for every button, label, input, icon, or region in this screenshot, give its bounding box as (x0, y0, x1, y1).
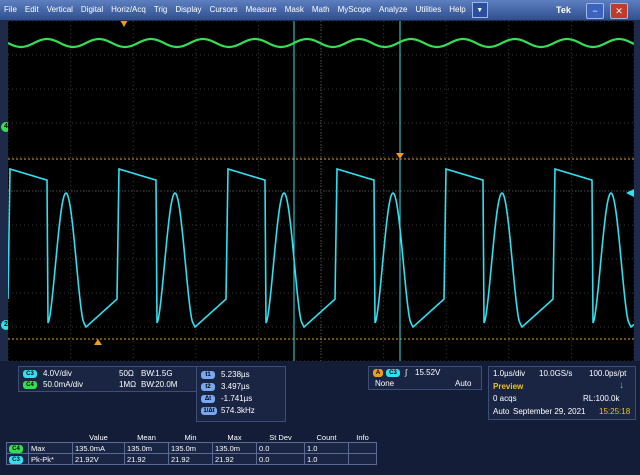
acq-date: September 29, 2021 (513, 407, 586, 416)
row2-count: 1.0 (304, 453, 349, 465)
row1-max: 135.0m (212, 442, 257, 454)
ch3-scale: 4.0V/div (43, 369, 72, 378)
row2-max: 21.92 (212, 453, 257, 465)
cursor-readout-panel[interactable]: t1 5.238µs t2 3.497µs Δt -1.741µs 1/Δt 5… (196, 366, 286, 422)
ch4-bandwidth: :20.0M (153, 380, 178, 389)
menu-analyze[interactable]: Analyze (375, 0, 411, 20)
row2-stdev: 0.0 (256, 453, 305, 465)
menu-utilities[interactable]: Utilities (411, 0, 445, 20)
record-length: RL:100.0k (583, 394, 620, 403)
tek-logo: Tek (556, 5, 571, 15)
cursor-delta-value: -1.741µs (221, 394, 253, 403)
trigger-level: 15.52V (415, 368, 441, 377)
waveform-display[interactable] (8, 21, 634, 361)
cursor-t2-value: 3.497µs (221, 382, 250, 391)
close-button[interactable]: ✕ (610, 3, 628, 19)
menu-edit[interactable]: Edit (21, 0, 43, 20)
menu-horiz-acq[interactable]: Horiz/Acq (107, 0, 150, 20)
menu-trig[interactable]: Trig (150, 0, 171, 20)
acquisition-panel[interactable]: 1.0µs/div 10.0GS/s 100.0ps/pt Preview ↓ … (488, 366, 636, 420)
trigger-level-icon (626, 189, 634, 197)
run-arrow-icon: ↓ (619, 380, 624, 391)
menu-math[interactable]: Math (308, 0, 334, 20)
cursor-t1-value: 5.238µs (221, 370, 250, 379)
menu-display[interactable]: Display (171, 0, 205, 20)
row2-info (348, 453, 377, 465)
menu-vertical[interactable]: Vertical (43, 0, 77, 20)
row2-min: 21.92 (168, 453, 213, 465)
horizontal-scale: 1.0µs/div (493, 369, 526, 378)
menu-file[interactable]: File (0, 0, 21, 20)
menu-help[interactable]: Help (445, 0, 469, 20)
acq-time: 15:25:18 (599, 407, 631, 416)
menu-cursors[interactable]: Cursors (206, 0, 242, 20)
measurement-table[interactable]: Value Mean Min Max St Dev Count Info C4 … (6, 432, 377, 465)
ch3-bw-label: BW (141, 369, 154, 378)
header-stdev: St Dev (269, 432, 292, 442)
resolution: 100.0ps/pt (589, 369, 627, 378)
header-min: Min (184, 432, 197, 442)
trigger-a-badge: A (373, 369, 383, 377)
menu-digital[interactable]: Digital (77, 0, 107, 20)
cursor-t2-icon (94, 339, 102, 345)
row1-source-badge: C4 (9, 445, 23, 453)
ch4-impedance: 1MΩ (119, 380, 137, 389)
trigger-type: None (375, 379, 395, 388)
sample-rate: 10.0GS/s (539, 369, 573, 378)
trigger-panel[interactable]: A C3 ∫ 15.52V None Auto (368, 366, 482, 390)
row1-count: 1.0 (304, 442, 349, 454)
measurement-header-row: Value Mean Min Max St Dev Count Info (7, 432, 377, 443)
measurement-row[interactable]: C3 Pk-Pk* 21.92V 21.92 21.92 21.92 0.0 1… (6, 453, 377, 465)
header-info: Info (356, 432, 369, 442)
row2-name: Pk-Pk* (28, 453, 73, 465)
inverse-delta-badge: 1/Δt (201, 407, 217, 415)
trigger-source-badge: C3 (386, 369, 400, 377)
row1-info (348, 442, 377, 454)
header-mean: Mean (137, 432, 156, 442)
header-value: Value (89, 432, 108, 442)
menu-bar: File Edit Vertical Digital Horiz/Acq Tri… (0, 0, 640, 20)
t1-badge: t1 (201, 371, 215, 379)
header-count: Count (316, 432, 337, 442)
row2-mean: 21.92 (124, 453, 169, 465)
trigger-slope-icon: ∫ (405, 368, 408, 377)
cursor-freq-value: 574.3kHz (221, 406, 255, 415)
measurement-row[interactable]: C4 Max 135.0mA 135.0m 135.0m 135.0m 0.0 … (6, 442, 377, 454)
trigger-mode: Auto (455, 379, 472, 388)
row1-mean: 135.0m (124, 442, 169, 454)
ch3-impedance: 50Ω (119, 369, 134, 378)
ch4-scale: 50.0mA/div (43, 380, 84, 389)
minimize-button[interactable]: − (586, 3, 604, 19)
chevron-down-icon[interactable]: ▼ (471, 2, 488, 18)
row1-name: Max (28, 442, 73, 454)
row1-stdev: 0.0 (256, 442, 305, 454)
menu-mask[interactable]: Mask (281, 0, 308, 20)
acq-mode: Auto (493, 407, 510, 416)
ch4-badge: C4 (23, 381, 37, 389)
acq-count: 0 acqs (493, 394, 517, 403)
row2-value: 21.92V (72, 453, 125, 465)
row1-min: 135.0m (168, 442, 213, 454)
ch4-bw-label: BW (141, 380, 154, 389)
acq-state: Preview (493, 382, 524, 391)
trigger-position-icon (120, 21, 128, 27)
waveform-graticule (8, 21, 634, 361)
row2-source-badge: C3 (9, 456, 23, 464)
header-max: Max (227, 432, 242, 442)
ch3-bandwidth: :1.5G (153, 369, 173, 378)
delta-t-badge: Δt (201, 395, 215, 403)
cursor-t1-icon (396, 153, 404, 159)
menu-myscope[interactable]: MyScope (334, 0, 375, 20)
t2-badge: t2 (201, 383, 215, 391)
menu-measure[interactable]: Measure (242, 0, 281, 20)
ch3-badge: C3 (23, 370, 37, 378)
row1-value: 135.0mA (72, 442, 125, 454)
